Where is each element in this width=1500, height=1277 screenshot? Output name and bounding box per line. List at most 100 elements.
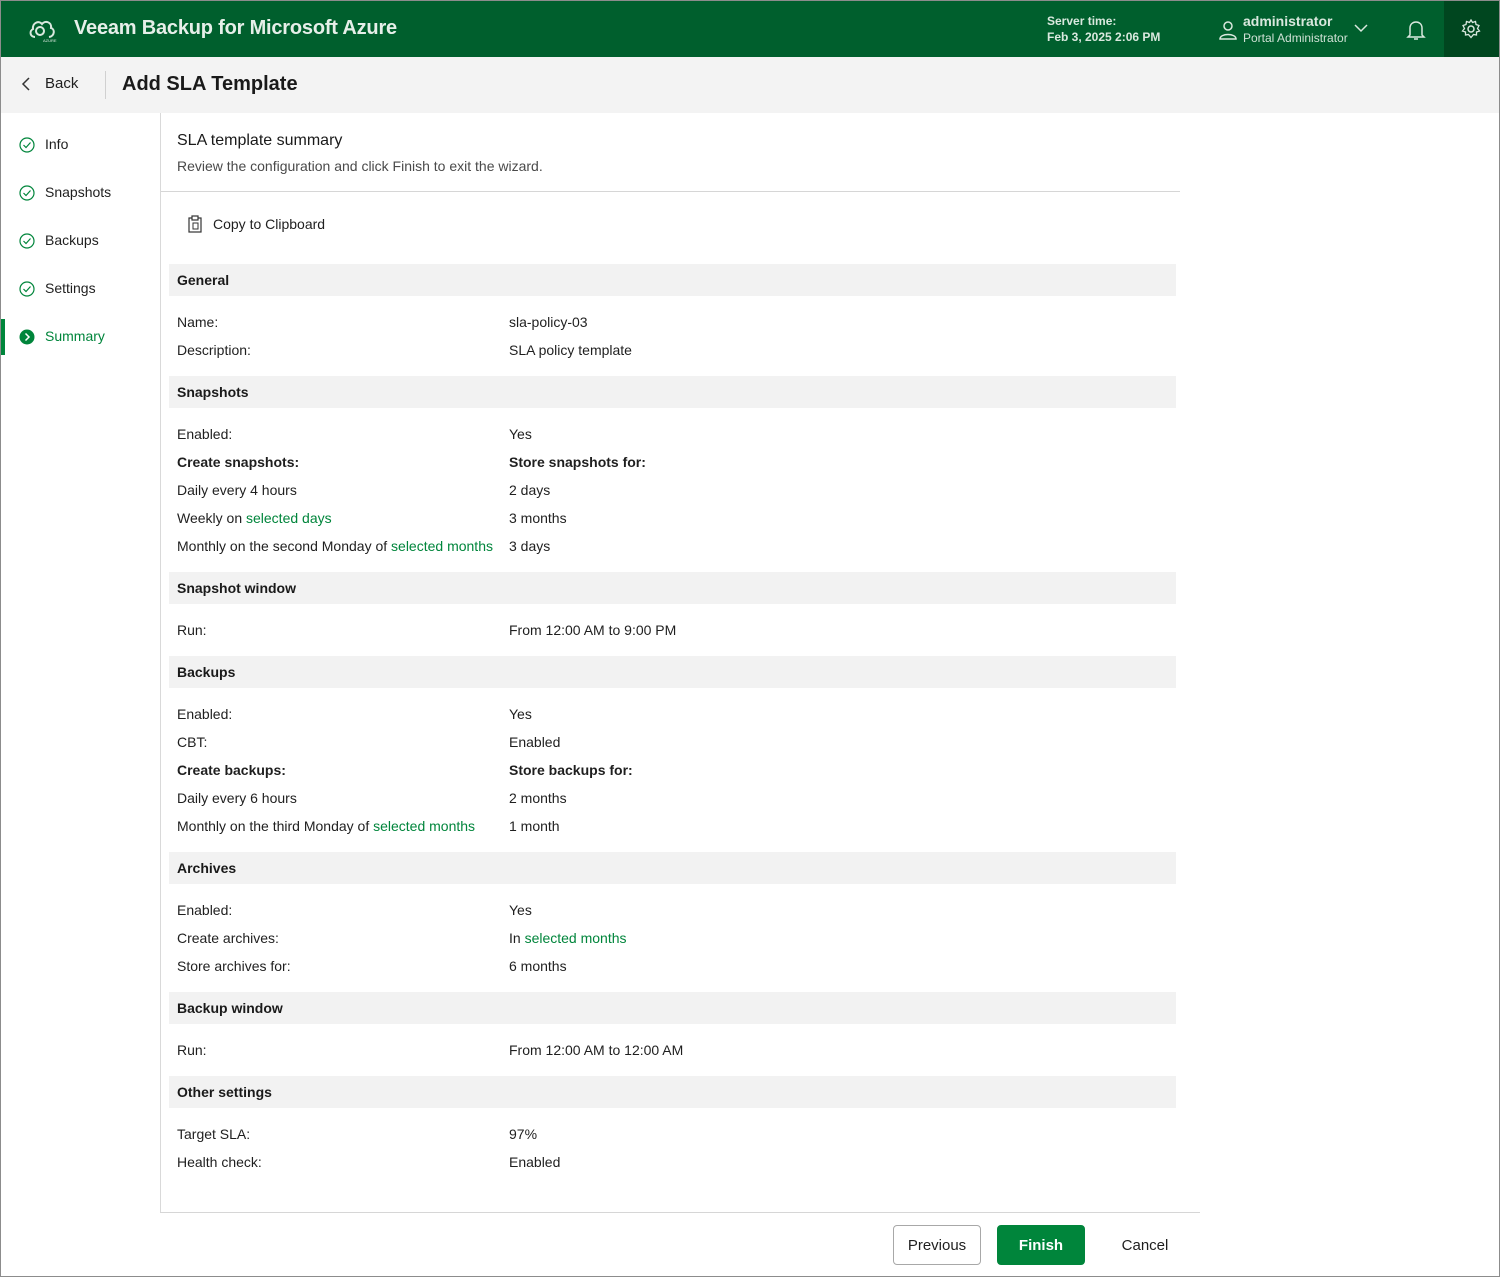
name-label: Name: [177, 314, 219, 330]
logo-sub-text: AZURE [43, 38, 57, 43]
step-summary[interactable]: Summary [1, 319, 160, 355]
cancel-button[interactable]: Cancel [1105, 1225, 1185, 1265]
backups-enabled-label: Enabled: [177, 706, 233, 722]
snapshot-monthly-schedule: Monthly on the second Monday of selected… [177, 538, 493, 554]
step-label: Backups [45, 232, 99, 248]
create-archives-value: In selected months [509, 930, 627, 946]
summary-title: SLA template summary [177, 132, 343, 149]
snapshot-daily-retention: 2 days [509, 482, 551, 498]
target-sla-label: Target SLA: [177, 1126, 251, 1142]
backup-run-value: From 12:00 AM to 12:00 AM [509, 1042, 684, 1058]
section-general-heading: General [169, 264, 1176, 296]
step-backups[interactable]: Backups [1, 223, 160, 259]
section-backup-window-heading: Backup window [169, 992, 1176, 1024]
section-snapshots-heading: Snapshots [169, 376, 1176, 408]
backup-monthly-schedule: Monthly on the third Monday of selected … [177, 818, 475, 834]
name-value: sla-policy-03 [509, 314, 588, 330]
step-label: Snapshots [45, 184, 112, 200]
create-snapshots-header: Create snapshots: [177, 454, 300, 470]
back-label: Back [45, 75, 79, 92]
server-time-value: Feb 3, 2025 2:06 PM [1047, 30, 1161, 44]
section-other-settings-heading: Other settings [169, 1076, 1176, 1108]
copy-label: Copy to Clipboard [213, 216, 326, 232]
snapshot-weekly-retention: 3 months [509, 510, 567, 526]
weekly-prefix: Weekly on [177, 510, 246, 526]
snapshots-enabled-value: Yes [509, 426, 532, 442]
user-role: Portal Administrator [1243, 31, 1348, 45]
snapshot-run-value: From 12:00 AM to 9:00 PM [509, 622, 677, 638]
backup-monthly-retention: 1 month [509, 818, 560, 834]
summary-subtitle: Review the configuration and click Finis… [177, 158, 543, 174]
backup-run-label: Run: [177, 1042, 207, 1058]
wizard-steps: Info Snapshots Backups Settings Summary [1, 113, 160, 1213]
check-circle-icon [19, 281, 35, 297]
step-settings[interactable]: Settings [1, 271, 160, 307]
section-backups-heading: Backups [169, 656, 1176, 688]
create-archives-label: Create archives: [177, 930, 279, 946]
create-backups-header: Create backups: [177, 762, 286, 778]
step-label: Summary [45, 328, 105, 344]
backup-daily-retention: 2 months [509, 790, 567, 806]
user-name: administrator [1243, 13, 1333, 29]
selected-months-link[interactable]: selected months [391, 538, 493, 554]
archives-enabled-value: Yes [509, 902, 532, 918]
check-circle-icon [19, 233, 35, 249]
step-label: Settings [45, 280, 96, 296]
arrow-right-circle-icon [19, 329, 35, 345]
footer-divider [160, 1212, 1200, 1213]
description-label: Description: [177, 342, 251, 358]
create-archives-prefix: In [509, 930, 525, 946]
section-snapshot-window-heading: Snapshot window [169, 572, 1176, 604]
store-backups-header: Store backups for: [509, 762, 633, 778]
gear-icon [1461, 19, 1481, 39]
server-time-label: Server time: [1047, 14, 1117, 28]
cbt-value: Enabled [509, 734, 561, 750]
top-bar: AZURE Veeam Backup for Microsoft Azure S… [1, 1, 1499, 57]
summary-divider [161, 191, 1180, 192]
header-divider [105, 71, 106, 99]
user-menu[interactable]: administrator Portal Administrator [1243, 13, 1348, 47]
store-archives-label: Store archives for: [177, 958, 291, 974]
page-header: Back Add SLA Template [1, 57, 1499, 113]
snapshots-enabled-label: Enabled: [177, 426, 233, 442]
check-circle-icon [19, 185, 35, 201]
archives-enabled-label: Enabled: [177, 902, 233, 918]
server-time: Server time: Feb 3, 2025 2:06 PM [1047, 13, 1160, 45]
snapshot-weekly-schedule: Weekly on selected days [177, 510, 332, 526]
clipboard-icon [188, 215, 202, 233]
selected-months-link[interactable]: selected months [373, 818, 475, 834]
previous-button[interactable]: Previous [893, 1225, 981, 1265]
step-snapshots[interactable]: Snapshots [1, 175, 160, 211]
veeam-azure-logo-icon: AZURE [29, 20, 57, 43]
snapshot-daily-schedule: Daily every 4 hours [177, 482, 297, 498]
section-archives-heading: Archives [169, 852, 1176, 884]
store-archives-value: 6 months [509, 958, 567, 974]
chevron-down-icon[interactable] [1354, 23, 1368, 33]
app-title: Veeam Backup for Microsoft Azure [74, 17, 397, 39]
copy-to-clipboard-button[interactable]: Copy to Clipboard [187, 215, 325, 233]
page-title: Add SLA Template [122, 73, 298, 95]
selected-months-link[interactable]: selected months [525, 930, 627, 946]
step-label: Info [45, 136, 69, 152]
user-icon[interactable] [1218, 20, 1238, 40]
backup-daily-schedule: Daily every 6 hours [177, 790, 297, 806]
health-check-label: Health check: [177, 1154, 262, 1170]
finish-button[interactable]: Finish [997, 1225, 1085, 1265]
target-sla-value: 97% [509, 1126, 538, 1142]
snapshot-run-label: Run: [177, 622, 207, 638]
selected-days-link[interactable]: selected days [246, 510, 332, 526]
bell-icon[interactable] [1406, 19, 1426, 41]
check-circle-icon [19, 137, 35, 153]
cbt-label: CBT: [177, 734, 208, 750]
back-button[interactable]: Back [21, 75, 78, 92]
chevron-left-icon [21, 76, 30, 91]
monthly-prefix: Monthly on the second Monday of [177, 538, 392, 554]
snapshot-monthly-retention: 3 days [509, 538, 551, 554]
step-info[interactable]: Info [1, 127, 160, 163]
store-snapshots-header: Store snapshots for: [509, 454, 646, 470]
monthly-prefix: Monthly on the third Monday of [177, 818, 374, 834]
description-value: SLA policy template [509, 342, 632, 358]
settings-button[interactable] [1444, 1, 1499, 57]
health-check-value: Enabled [509, 1154, 561, 1170]
backups-enabled-value: Yes [509, 706, 532, 722]
